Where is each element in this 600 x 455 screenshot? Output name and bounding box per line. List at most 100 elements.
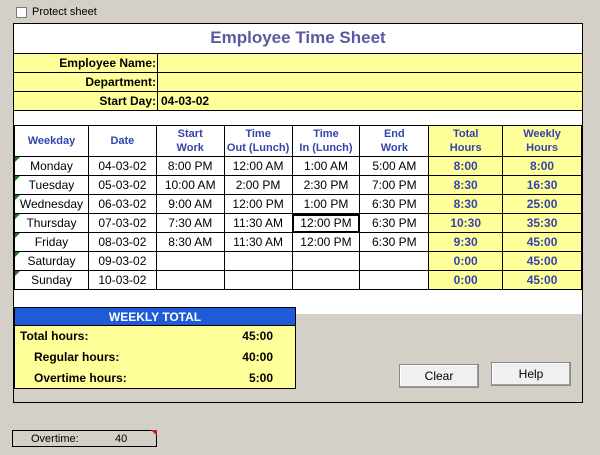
- total-hours-cell: 8:30: [428, 175, 504, 195]
- weekly-hours-cell: 45:00: [502, 232, 582, 252]
- weekday-cell: Wednesday: [14, 194, 89, 214]
- table-row: Tuesday 05-03-02 10:00 AM 2:00 PM 2:30 PM 7:0…: [14, 175, 582, 195]
- end-work-cell[interactable]: 6:30 PM: [359, 194, 430, 214]
- date-cell: 05-03-02: [87, 175, 157, 195]
- table-body: Monday 04-03-02 8:00 PM 12:00 AM 1:00 AM 5:00…: [14, 156, 582, 290]
- end-work-cell[interactable]: 5:00 AM: [359, 156, 430, 176]
- time-in-cell[interactable]: [291, 270, 361, 290]
- time-out-cell[interactable]: 12:00 PM: [223, 194, 293, 214]
- col-date: Date: [87, 125, 157, 157]
- start-work-cell[interactable]: 8:00 PM: [155, 156, 225, 176]
- regular-hours-row: Regular hours: 40:00: [14, 347, 296, 368]
- time-in-cell[interactable]: 2:30 PM: [291, 175, 361, 195]
- spacer-row: [14, 111, 582, 125]
- overtime-status: Overtime: 40: [12, 430, 157, 447]
- weekday-cell: Thursday: [14, 213, 89, 233]
- total-hours-row: Total hours: 45:00: [14, 326, 296, 347]
- weekly-hours-cell: 45:00: [502, 270, 582, 290]
- start-work-cell[interactable]: 8:30 AM: [155, 232, 225, 252]
- start-day-field[interactable]: 04-03-02: [157, 92, 582, 110]
- table-row: Thursday 07-03-02 7:30 AM 11:30 AM 12:00 PM 6…: [14, 213, 582, 233]
- time-in-cell[interactable]: 1:00 PM: [291, 194, 361, 214]
- end-work-cell[interactable]: 6:30 PM: [359, 232, 430, 252]
- weekly-total-panel: WEEKLY TOTAL Total hours: 45:00 Regular …: [14, 307, 296, 389]
- weekly-hours-cell: 25:00: [502, 194, 582, 214]
- date-cell: 10-03-02: [87, 270, 157, 290]
- department-label: Department:: [85, 75, 156, 89]
- end-work-cell[interactable]: [359, 270, 430, 290]
- date-cell: 08-03-02: [87, 232, 157, 252]
- employee-name-label: Employee Name:: [59, 56, 156, 70]
- top-bar: Protect sheet: [0, 0, 600, 22]
- weekday-cell: Friday: [14, 232, 89, 252]
- date-cell: 04-03-02: [87, 156, 157, 176]
- start-work-cell[interactable]: 7:30 AM: [155, 213, 225, 233]
- employee-name-row: Employee Name:: [14, 54, 582, 73]
- department-row: Department:: [14, 73, 582, 92]
- time-out-cell[interactable]: 11:30 AM: [223, 232, 293, 252]
- total-hours-cell: 0:00: [428, 270, 504, 290]
- date-cell: 07-03-02: [87, 213, 157, 233]
- table-row: Saturday 09-03-02 0:00 45:00: [14, 251, 582, 271]
- overtime-hours-row: Overtime hours: 5:00: [14, 368, 296, 389]
- time-out-cell[interactable]: 11:30 AM: [223, 213, 293, 233]
- overtime-hours-label: Overtime hours:: [34, 371, 127, 385]
- start-work-cell[interactable]: 10:00 AM: [155, 175, 225, 195]
- col-weekday: Weekday: [14, 125, 89, 157]
- time-out-cell[interactable]: [223, 251, 293, 271]
- time-out-cell[interactable]: [223, 270, 293, 290]
- col-time-out: Time Out (Lunch): [223, 125, 293, 157]
- sheet-title: Employee Time Sheet: [14, 24, 582, 54]
- total-hours-cell: 8:00: [428, 156, 504, 176]
- protect-sheet-label: Protect sheet: [32, 6, 97, 18]
- checkbox-box[interactable]: [16, 6, 27, 18]
- time-in-cell[interactable]: 12:00 PM: [291, 213, 361, 233]
- time-table: Weekday Date Start Work Time Out (Lunch) T…: [14, 125, 582, 290]
- total-hours-cell: 0:00: [428, 251, 504, 271]
- weekly-hours-cell: 35:30: [502, 213, 582, 233]
- total-hours-cell: 8:30: [428, 194, 504, 214]
- table-row: Monday 04-03-02 8:00 PM 12:00 AM 1:00 AM 5:00…: [14, 156, 582, 176]
- protect-sheet-checkbox[interactable]: Protect sheet: [16, 6, 97, 18]
- end-work-cell[interactable]: [359, 251, 430, 271]
- overtime-status-label: Overtime:: [31, 433, 79, 445]
- table-header-row: Weekday Date Start Work Time Out (Lunch) T…: [14, 125, 582, 157]
- time-out-cell[interactable]: 12:00 AM: [223, 156, 293, 176]
- weekday-cell: Sunday: [14, 270, 89, 290]
- start-work-cell[interactable]: [155, 251, 225, 271]
- department-field[interactable]: [157, 73, 582, 91]
- weekday-cell: Monday: [14, 156, 89, 176]
- time-in-cell[interactable]: [291, 251, 361, 271]
- help-button[interactable]: Help: [491, 362, 571, 386]
- date-cell: 06-03-02: [87, 194, 157, 214]
- weekly-hours-cell: 16:30: [502, 175, 582, 195]
- total-hours-value: 45:00: [242, 329, 273, 343]
- time-sheet: Employee Time Sheet Employee Name: Depar…: [13, 23, 583, 403]
- time-out-cell[interactable]: 2:00 PM: [223, 175, 293, 195]
- total-hours-label: Total hours:: [20, 329, 89, 343]
- weekly-total-header: WEEKLY TOTAL: [14, 307, 296, 326]
- clear-button[interactable]: Clear: [399, 364, 479, 388]
- col-start-work: Start Work: [155, 125, 225, 157]
- end-work-cell[interactable]: 7:00 PM: [359, 175, 430, 195]
- start-work-cell[interactable]: 9:00 AM: [155, 194, 225, 214]
- time-table-wrapper: Weekday Date Start Work Time Out (Lunch) T…: [14, 125, 582, 290]
- time-in-cell[interactable]: 12:00 PM: [291, 232, 361, 252]
- col-end-work: End Work: [359, 125, 430, 157]
- time-in-cell[interactable]: 1:00 AM: [291, 156, 361, 176]
- date-cell: 09-03-02: [87, 251, 157, 271]
- table-row: Friday 08-03-02 8:30 AM 11:30 AM 12:00 PM 6:3…: [14, 232, 582, 252]
- end-work-cell[interactable]: 6:30 PM: [359, 213, 430, 233]
- overtime-status-value: 40: [115, 433, 128, 445]
- start-work-cell[interactable]: [155, 270, 225, 290]
- col-total-hours: Total Hours: [428, 125, 504, 157]
- total-hours-cell: 9:30: [428, 232, 504, 252]
- col-time-in: Time In (Lunch): [291, 125, 361, 157]
- start-day-label: Start Day:: [99, 94, 156, 108]
- regular-hours-label: Regular hours:: [34, 350, 120, 364]
- start-day-row: Start Day: 04-03-02: [14, 92, 582, 111]
- table-row: Sunday 10-03-02 0:00 45:00: [14, 270, 582, 290]
- regular-hours-value: 40:00: [242, 350, 273, 364]
- employee-name-field[interactable]: [157, 54, 582, 72]
- table-row: Wednesday 06-03-02 9:00 AM 12:00 PM 1:00 PM 6…: [14, 194, 582, 214]
